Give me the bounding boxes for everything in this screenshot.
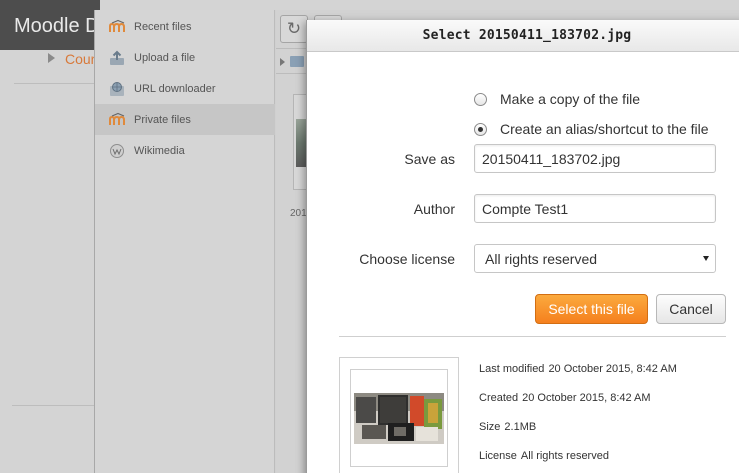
repository-label: Upload a file (134, 51, 196, 64)
license-selected-value: All rights reserved (485, 251, 598, 267)
refresh-button[interactable]: ↻ (280, 15, 308, 43)
save-as-input[interactable] (474, 144, 716, 173)
dialog-title: Select 20150411_183702.jpg (422, 28, 632, 43)
license-select[interactable]: All rights reserved (474, 244, 716, 273)
moodle-m-icon (109, 19, 125, 35)
preview-frame (350, 369, 448, 467)
repository-label: Private files (134, 113, 191, 126)
cancel-button[interactable]: Cancel (656, 294, 726, 324)
refresh-icon: ↻ (286, 19, 302, 38)
file-preview (339, 357, 459, 473)
dialog-header: Select 20150411_183702.jpg x (307, 20, 739, 52)
meta-created: Created 20 October 2015, 8:42 AM (479, 392, 651, 404)
site-header: Moodle D (0, 0, 100, 50)
alias-option-label: Create an alias/shortcut to the file (500, 121, 709, 137)
repository-recent-files[interactable]: Recent files (95, 11, 275, 42)
globe-link-icon (109, 81, 125, 97)
repository-list: Recent files Upload a file URL downloade… (95, 10, 275, 473)
repository-label: Recent files (134, 20, 192, 33)
meta-label: License (479, 450, 517, 462)
preview-image (354, 393, 444, 444)
meta-label: Last modified (479, 363, 545, 375)
copy-radio[interactable] (474, 92, 487, 106)
meta-value: 20 October 2015, 8:42 AM (522, 392, 651, 404)
repository-private-files[interactable]: Private files (95, 104, 275, 135)
meta-size: Size 2.1MB (479, 421, 536, 433)
copy-option-label: Make a copy of the file (500, 91, 641, 107)
save-as-label: Save as (404, 151, 455, 167)
meta-license: License All rights reserved (479, 450, 609, 462)
repository-url-downloader[interactable]: URL downloader (95, 73, 275, 104)
meta-value: All rights reserved (520, 450, 609, 462)
select-file-button[interactable]: Select this file (535, 294, 648, 324)
repository-label: URL downloader (134, 82, 216, 95)
divider (14, 83, 94, 84)
author-input[interactable] (474, 194, 716, 223)
file-name: 201 (290, 208, 307, 219)
select-file-dialog: Select 20150411_183702.jpg x Make a copy… (306, 20, 739, 473)
meta-value: 20 October 2015, 8:42 AM (548, 363, 677, 375)
meta-label: Created (479, 392, 519, 404)
repository-label: Wikimedia (134, 144, 185, 157)
alias-option[interactable]: Create an alias/shortcut to the file (474, 121, 709, 137)
breadcrumb-link: Cour (65, 51, 96, 67)
wikimedia-icon (109, 143, 125, 159)
divider (12, 405, 94, 406)
license-label: Choose license (359, 251, 455, 267)
repository-upload-file[interactable]: Upload a file (95, 42, 275, 73)
upload-icon (109, 50, 125, 66)
folder-icon[interactable] (290, 56, 304, 67)
meta-label: Size (479, 421, 501, 433)
repository-wikimedia[interactable]: Wikimedia (95, 135, 275, 166)
meta-value: 2.1MB (504, 421, 537, 433)
caret-down-icon (703, 256, 709, 261)
copy-option[interactable]: Make a copy of the file (474, 91, 640, 107)
moodle-m-icon (109, 112, 125, 128)
alias-radio[interactable] (474, 122, 487, 136)
divider (339, 336, 726, 337)
breadcrumb-arrow-icon (48, 53, 55, 63)
meta-last-modified: Last modified 20 October 2015, 8:42 AM (479, 363, 677, 375)
author-label: Author (413, 201, 455, 217)
chevron-right-icon (280, 58, 285, 66)
site-title: Moodle D (14, 15, 100, 37)
